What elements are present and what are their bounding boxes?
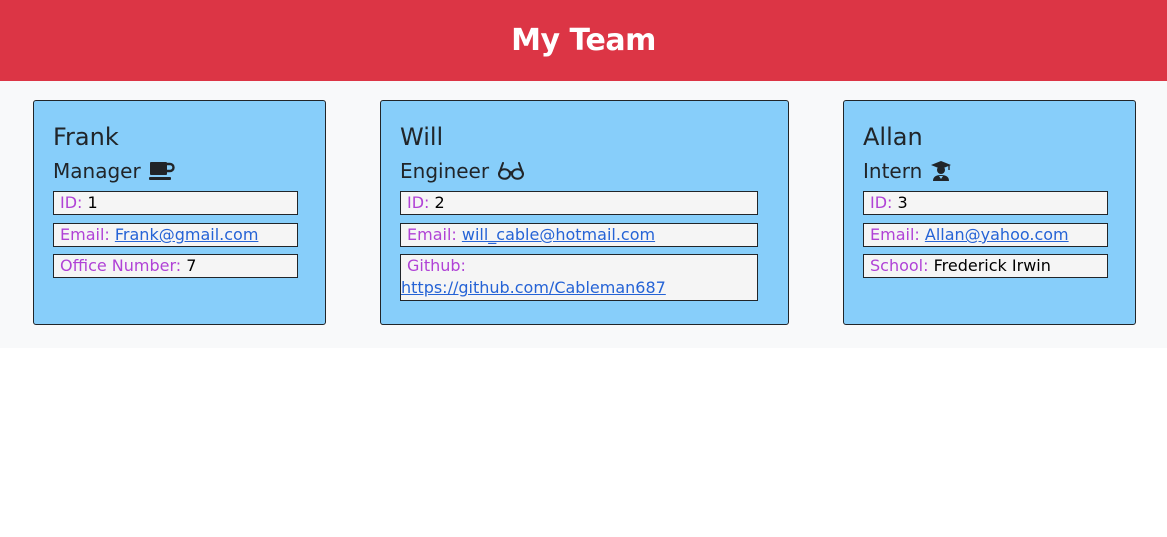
field-id: ID: 2 bbox=[400, 191, 758, 215]
employee-name: Will bbox=[400, 123, 444, 151]
field-value: 1 bbox=[87, 193, 98, 212]
email-link[interactable]: Frank@gmail.com bbox=[115, 225, 259, 244]
employee-card-intern: Allan Intern ID: 3 Email: Allan@yahoo.co… bbox=[843, 100, 1136, 325]
field-email: Email: Allan@yahoo.com bbox=[863, 223, 1108, 247]
field-label: ID: bbox=[407, 193, 430, 212]
employee-card-manager: Frank Manager ID: 1 Email: Frank@gmail.c… bbox=[33, 100, 326, 325]
field-value: 3 bbox=[897, 193, 908, 212]
field-label: Email: bbox=[870, 225, 920, 244]
field-value: 7 bbox=[186, 256, 197, 275]
coffee-cup-icon bbox=[148, 161, 175, 181]
field-email: Email: Frank@gmail.com bbox=[53, 223, 298, 247]
employee-role: Engineer bbox=[400, 159, 525, 183]
employee-name: Frank bbox=[53, 123, 119, 151]
email-link[interactable]: will_cable@hotmail.com bbox=[462, 225, 655, 244]
glasses-icon bbox=[497, 161, 525, 181]
field-id: ID: 3 bbox=[863, 191, 1108, 215]
graduate-icon bbox=[930, 160, 952, 182]
page-title: My Team bbox=[511, 23, 656, 58]
field-office-number: Office Number: 7 bbox=[53, 254, 298, 278]
field-value: 2 bbox=[434, 193, 445, 212]
field-label: ID: bbox=[870, 193, 893, 212]
field-school: School: Frederick Irwin bbox=[863, 254, 1108, 278]
email-link[interactable]: Allan@yahoo.com bbox=[925, 225, 1069, 244]
employee-card-engineer: Will Engineer ID: 2 Email: will_cable@ho… bbox=[380, 100, 789, 325]
field-label: Github: bbox=[407, 256, 466, 275]
field-label: Office Number: bbox=[60, 256, 182, 275]
github-link[interactable]: https://github.com/Cableman687 bbox=[401, 277, 757, 299]
employee-role: Manager bbox=[53, 159, 175, 183]
field-id: ID: 1 bbox=[53, 191, 298, 215]
field-label: Email: bbox=[60, 225, 110, 244]
field-label: Email: bbox=[407, 225, 457, 244]
field-label: School: bbox=[870, 256, 929, 275]
field-email: Email: will_cable@hotmail.com bbox=[400, 223, 758, 247]
field-github: Github: https://github.com/Cableman687 bbox=[400, 254, 758, 301]
employee-name: Allan bbox=[863, 123, 923, 151]
role-label: Manager bbox=[53, 159, 141, 183]
field-value: Frederick Irwin bbox=[933, 256, 1051, 275]
page-header: My Team bbox=[0, 0, 1167, 81]
field-label: ID: bbox=[60, 193, 83, 212]
team-container: Frank Manager ID: 1 Email: Frank@gmail.c… bbox=[0, 81, 1167, 348]
role-label: Engineer bbox=[400, 159, 490, 183]
employee-role: Intern bbox=[863, 159, 952, 183]
role-label: Intern bbox=[863, 159, 923, 183]
